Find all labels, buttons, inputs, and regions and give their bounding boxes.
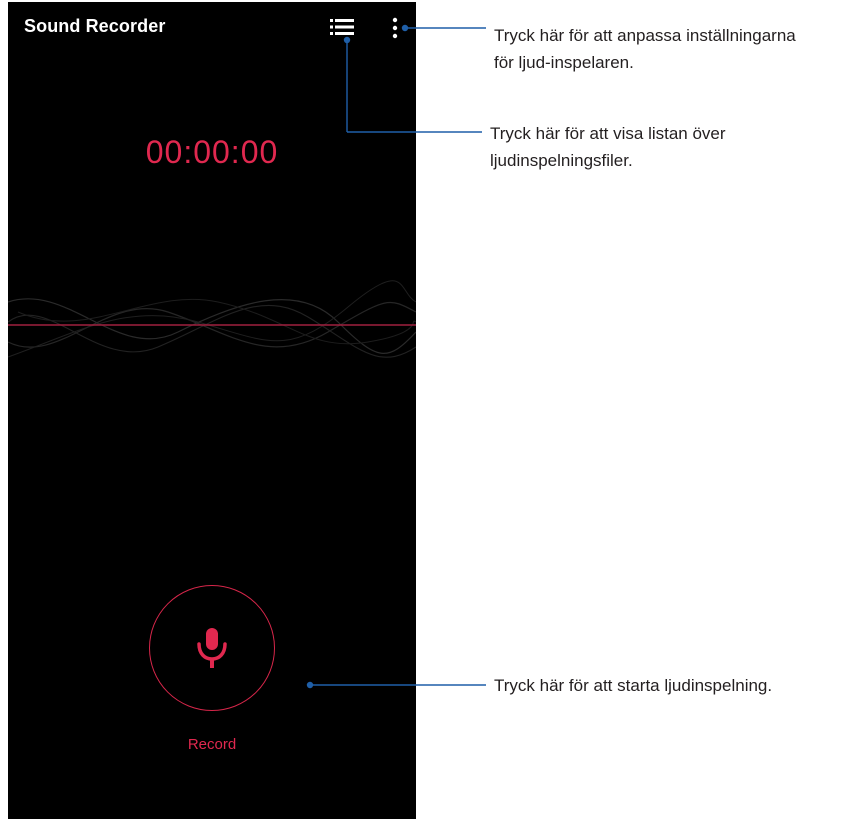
recording-timer: 00:00:00: [145, 134, 279, 170]
file-list-annotation-line1: Tryck här för att visa listan över: [490, 124, 726, 143]
record-annotation-line1: Tryck här för att starta ljudinspelning.: [494, 676, 773, 695]
recordings-list-button[interactable]: [330, 18, 354, 36]
settings-annotation-line1: Tryck här för att anpassa inställningarn…: [494, 26, 796, 45]
settings-annotation-line2: för ljud-inspelaren.: [494, 53, 634, 72]
waveform-visualizer: [8, 280, 416, 358]
more-vertical-icon: [392, 17, 398, 39]
app-title: Sound Recorder: [24, 16, 166, 36]
record-label: Record: [187, 736, 237, 753]
file-list-annotation-line2: ljudinspelningsfiler.: [490, 151, 633, 170]
file-list-annotation: Tryck här för att visa listan över ljudi…: [490, 120, 850, 174]
settings-menu-button[interactable]: [387, 17, 403, 39]
settings-annotation: Tryck här för att anpassa inställningarn…: [494, 22, 850, 76]
record-annotation: Tryck här för att starta ljudinspelning.: [494, 672, 850, 699]
microphone-icon: [197, 628, 227, 668]
list-icon: [330, 19, 354, 35]
phone-screen: Sound Recorder 00:00:00 Record: [8, 2, 416, 819]
record-button[interactable]: [149, 585, 275, 711]
